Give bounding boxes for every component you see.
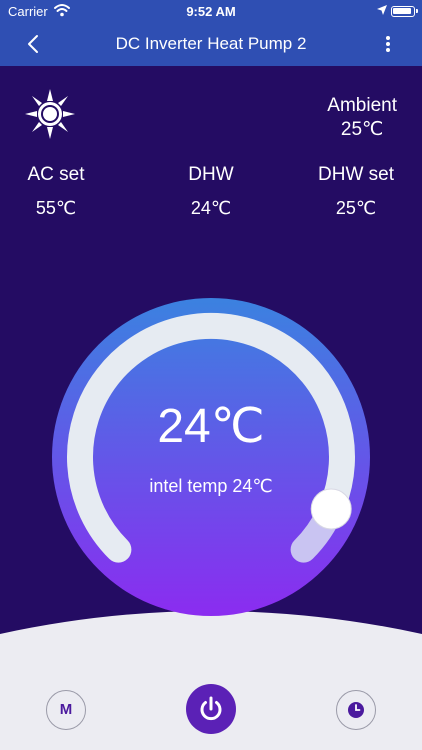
power-icon	[200, 696, 222, 721]
dhw-set-value: 25℃	[335, 198, 377, 218]
dhw-value: 24℃	[190, 198, 232, 218]
dial-face	[52, 298, 370, 616]
power-button[interactable]	[186, 684, 236, 734]
main-panel: Ambient 25℃ AC set 55℃ DHW 24℃ DHW set 2…	[0, 66, 422, 750]
more-vertical-icon[interactable]	[378, 30, 398, 58]
inlet-temperature: intel temp 24℃	[149, 476, 273, 496]
sun-icon	[25, 89, 75, 139]
current-temperature: 24℃	[157, 400, 265, 453]
status-time: 9:52 AM	[186, 4, 236, 19]
ac-set-label: AC set	[27, 164, 85, 185]
ac-set-value: 55℃	[35, 198, 77, 218]
ambient-label: Ambient	[327, 95, 397, 116]
nav-bar: DC Inverter Heat Pump 2	[0, 22, 422, 66]
mode-button[interactable]: M	[46, 690, 86, 730]
ambient-temperature: Ambient 25℃	[327, 94, 397, 142]
dhw-set-label: DHW set	[318, 164, 394, 185]
clock-icon	[348, 702, 364, 718]
page-title: DC Inverter Heat Pump 2	[115, 34, 307, 53]
temperature-dial[interactable]	[52, 298, 370, 616]
ambient-value: 25℃	[340, 119, 384, 140]
ac-set-reading: AC set 55℃	[0, 164, 116, 219]
status-bar: Carrier 9:52 AM	[0, 0, 422, 22]
dhw-set-reading: DHW set 25℃	[296, 164, 416, 219]
timer-button[interactable]	[336, 690, 376, 730]
battery-icon	[391, 6, 418, 17]
location-arrow-icon	[377, 5, 387, 15]
dhw-label: DHW	[188, 164, 234, 185]
dhw-reading: DHW 24℃	[151, 164, 271, 219]
